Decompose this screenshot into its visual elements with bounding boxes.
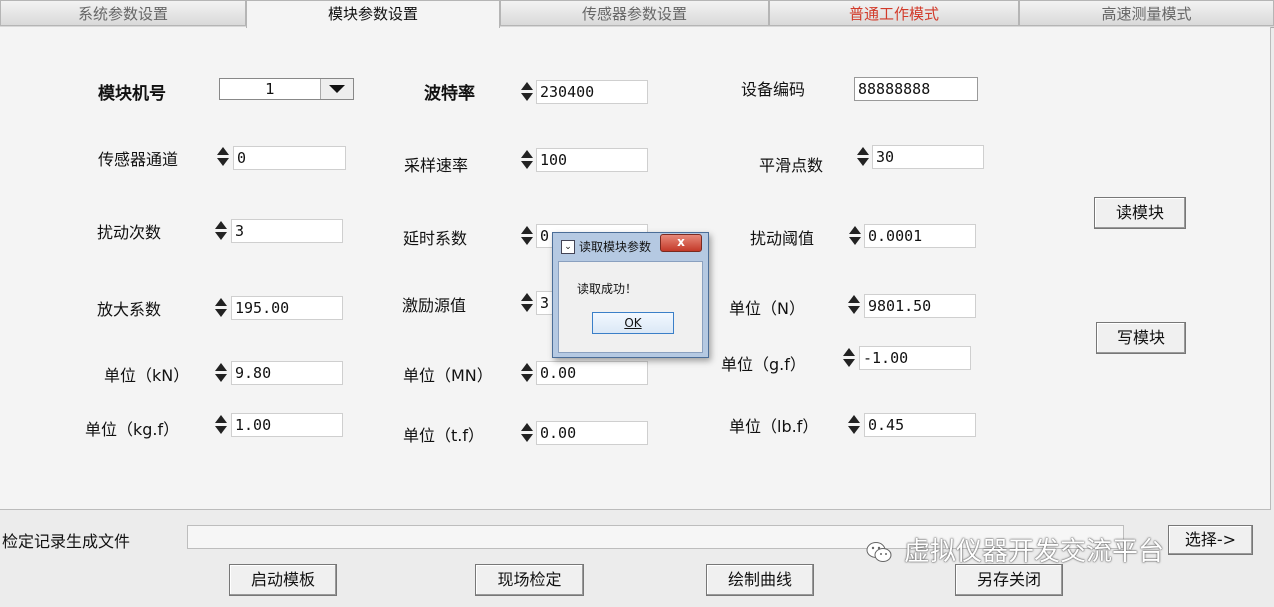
tab-module-params[interactable]: 模块参数设置 bbox=[246, 0, 500, 28]
disturb-threshold-field[interactable]: 0.0001 bbox=[864, 224, 976, 248]
unit-kgf-spinner-icon[interactable] bbox=[214, 414, 228, 436]
draw-curve-button[interactable]: 绘制曲线 bbox=[706, 564, 814, 596]
sensor-channel-field[interactable]: 0 bbox=[233, 146, 346, 170]
wechat-icon bbox=[866, 542, 892, 562]
baud-rate-label: 波特率 bbox=[424, 84, 475, 104]
chevron-down-icon[interactable] bbox=[320, 79, 353, 99]
baud-rate-spinner-icon[interactable] bbox=[520, 81, 534, 103]
unit-tf-label: 单位（t.f） bbox=[403, 426, 484, 445]
unit-kgf-field[interactable]: 1.00 bbox=[231, 413, 343, 437]
dialog-title: 读取模块参数 bbox=[579, 240, 652, 254]
module-no-select[interactable]: 1 bbox=[219, 78, 354, 100]
unit-mn-field[interactable]: 0.00 bbox=[536, 361, 648, 385]
dialog-close-button[interactable]: x bbox=[660, 234, 702, 252]
unit-lbf-field[interactable]: 0.45 bbox=[864, 413, 976, 437]
sensor-channel-spinner-icon[interactable] bbox=[216, 146, 230, 168]
sample-rate-spinner-icon[interactable] bbox=[520, 149, 534, 171]
sample-rate-field[interactable]: 100 bbox=[536, 148, 648, 172]
device-code-field[interactable]: 88888888 bbox=[854, 77, 978, 101]
dialog-ok-label: OK bbox=[624, 316, 642, 330]
module-no-label: 模块机号 bbox=[98, 84, 166, 104]
sample-rate-label: 采样速率 bbox=[404, 156, 469, 175]
unit-tf-spinner-icon[interactable] bbox=[520, 422, 534, 444]
unit-mn-spinner-icon[interactable] bbox=[520, 362, 534, 384]
tab-sensor-params[interactable]: 传感器参数设置 bbox=[500, 0, 769, 26]
unit-gf-spinner-icon[interactable] bbox=[842, 347, 856, 369]
device-code-label: 设备编码 bbox=[741, 80, 806, 99]
save-close-button[interactable]: 另存关闭 bbox=[955, 564, 1063, 596]
sensor-channel-label: 传感器通道 bbox=[98, 150, 179, 169]
unit-kgf-label: 单位（kg.f） bbox=[85, 420, 180, 439]
disturb-threshold-label: 扰动阈值 bbox=[750, 229, 815, 248]
unit-n-label: 单位（N） bbox=[729, 299, 805, 318]
tab-high-speed-mode[interactable]: 高速测量模式 bbox=[1019, 0, 1274, 26]
tab-normal-mode[interactable]: 普通工作模式 bbox=[769, 0, 1019, 26]
unit-tf-field[interactable]: 0.00 bbox=[536, 421, 648, 445]
smooth-points-spinner-icon[interactable] bbox=[856, 146, 870, 168]
unit-kn-field[interactable]: 9.80 bbox=[231, 361, 343, 385]
dialog-ok-button[interactable]: OK bbox=[592, 312, 674, 334]
disturb-threshold-spinner-icon[interactable] bbox=[848, 225, 862, 247]
disturb-count-field[interactable]: 3 bbox=[231, 219, 343, 243]
excitation-label: 激励源值 bbox=[402, 296, 467, 315]
start-template-button[interactable]: 启动模板 bbox=[229, 564, 337, 596]
select-file-button[interactable]: 选择-> bbox=[1168, 525, 1253, 555]
smooth-points-label: 平滑点数 bbox=[759, 156, 824, 175]
dialog-message: 读取成功！ bbox=[577, 282, 638, 296]
unit-gf-label: 单位（g.f） bbox=[721, 355, 806, 374]
tab-system-params[interactable]: 系统参数设置 bbox=[0, 0, 246, 26]
unit-kn-spinner-icon[interactable] bbox=[214, 362, 228, 384]
dialog-body: 读取成功！ OK bbox=[558, 261, 703, 353]
delay-coef-spinner-icon[interactable] bbox=[520, 225, 534, 247]
field-check-button[interactable]: 现场检定 bbox=[475, 564, 584, 596]
unit-n-spinner-icon[interactable] bbox=[847, 294, 861, 316]
read-module-button[interactable]: 读模块 bbox=[1094, 197, 1186, 229]
excitation-spinner-icon[interactable] bbox=[520, 292, 534, 314]
delay-coef-label: 延时系数 bbox=[403, 229, 468, 248]
unit-gf-field[interactable]: -1.00 bbox=[859, 346, 971, 370]
module-no-value: 1 bbox=[265, 80, 275, 98]
gain-coef-field[interactable]: 195.00 bbox=[231, 296, 343, 320]
unit-n-field[interactable]: 9801.50 bbox=[864, 294, 976, 318]
write-module-button[interactable]: 写模块 bbox=[1096, 322, 1186, 354]
gain-coef-label: 放大系数 bbox=[97, 300, 162, 319]
watermark-text: 虚拟仪器开发交流平台 bbox=[904, 537, 1165, 567]
unit-kn-label: 单位（kN） bbox=[104, 366, 190, 385]
unit-lbf-spinner-icon[interactable] bbox=[847, 414, 861, 436]
unit-lbf-label: 单位（lb.f） bbox=[729, 417, 819, 436]
smooth-points-field[interactable]: 30 bbox=[872, 145, 984, 169]
tab-bar: 系统参数设置 模块参数设置 传感器参数设置 普通工作模式 高速测量模式 bbox=[0, 0, 1274, 28]
disturb-count-label: 扰动次数 bbox=[97, 223, 162, 242]
disturb-count-spinner-icon[interactable] bbox=[214, 220, 228, 242]
watermark: 虚拟仪器开发交流平台 bbox=[866, 531, 1164, 568]
baud-rate-field[interactable]: 230400 bbox=[536, 80, 648, 104]
app-icon: ⌄ bbox=[561, 240, 575, 254]
record-file-label: 检定记录生成文件 bbox=[2, 532, 131, 551]
read-module-dialog: ⌄ 读取模块参数 x 读取成功！ OK bbox=[552, 232, 709, 358]
unit-mn-label: 单位（MN） bbox=[403, 366, 493, 385]
gain-coef-spinner-icon[interactable] bbox=[214, 297, 228, 319]
